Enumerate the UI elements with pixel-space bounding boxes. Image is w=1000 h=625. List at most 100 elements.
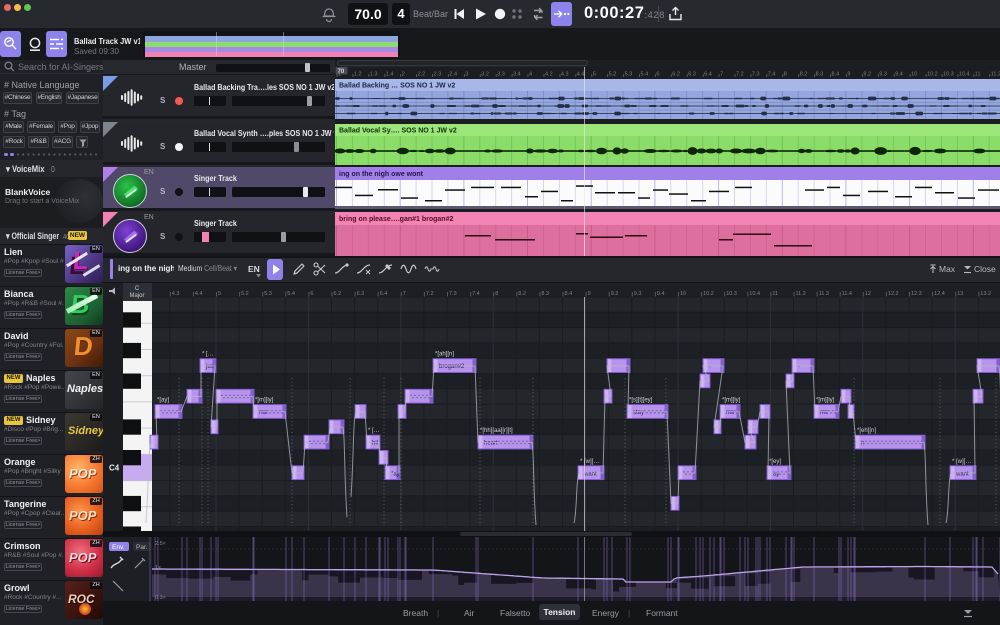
- svg-text:6.3: 6.3: [688, 72, 696, 78]
- svg-text:*[m][iy]: *[m][iy]: [255, 398, 274, 404]
- svg-text:1: 1: [338, 72, 341, 78]
- svg-text:5: 5: [218, 291, 221, 297]
- svg-text:7.4: 7.4: [472, 291, 480, 297]
- svg-text:stay: stay: [633, 410, 644, 416]
- svg-text:8.2: 8.2: [518, 291, 526, 297]
- svg-text:6.4: 6.4: [380, 291, 388, 297]
- svg-text:2.4: 2.4: [449, 72, 457, 78]
- svg-text:4.3: 4.3: [172, 291, 180, 297]
- svg-text:C: C: [135, 286, 140, 292]
- svg-text:12.2: 12.2: [888, 291, 899, 297]
- svg-text:10.3: 10.3: [726, 291, 737, 297]
- svg-text:*[ah][n]: *[ah][n]: [435, 352, 454, 358]
- svg-text:* [w][…: * [w][…: [580, 459, 599, 465]
- svg-text:3.3: 3.3: [497, 72, 505, 78]
- svg-text:11: 11: [975, 72, 981, 78]
- svg-text:6.4: 6.4: [704, 72, 712, 78]
- svg-text:10.4: 10.4: [749, 291, 760, 297]
- svg-text:3: 3: [465, 72, 468, 78]
- svg-text:9.4: 9.4: [657, 291, 665, 297]
- svg-text:2.3: 2.3: [434, 72, 442, 78]
- svg-text:10: 10: [680, 291, 686, 297]
- svg-text:7.2: 7.2: [736, 72, 744, 78]
- svg-text:11.2: 11.2: [796, 291, 806, 297]
- svg-text:8.4: 8.4: [832, 72, 840, 78]
- svg-text:9.4: 9.4: [895, 72, 903, 78]
- svg-text:2: 2: [402, 72, 405, 78]
- svg-text:4.3: 4.3: [561, 72, 569, 78]
- svg-text:4.2: 4.2: [545, 72, 553, 78]
- svg-text:7: 7: [403, 291, 406, 297]
- svg-text:8: 8: [495, 291, 498, 297]
- svg-text:ing on the nigh owe wont: ing on the nigh owe wont: [339, 171, 424, 178]
- svg-text:5.4: 5.4: [641, 72, 649, 78]
- svg-text:7.3: 7.3: [752, 72, 760, 78]
- svg-text:bring on please….gan#1 brogan#: bring on please….gan#1 brogan#2: [339, 216, 453, 223]
- svg-text:10.2: 10.2: [703, 291, 714, 297]
- svg-text:10.3: 10.3: [943, 72, 954, 78]
- svg-text:2.2: 2.2: [418, 72, 426, 78]
- svg-text:*[m][iy]: *[m][iy]: [816, 398, 835, 404]
- svg-text:9: 9: [847, 72, 850, 78]
- svg-text:6: 6: [310, 291, 313, 297]
- svg-text:*[s][t][ey]: *[s][t][ey]: [629, 398, 653, 404]
- svg-text:10: 10: [911, 72, 917, 78]
- svg-text:1.4: 1.4: [386, 72, 394, 78]
- svg-text:Ballad Vocal Sy…. SOS NO 1 JW: Ballad Vocal Sy…. SOS NO 1 JW v2: [339, 128, 457, 135]
- svg-text:9.3: 9.3: [879, 72, 887, 78]
- svg-text:9.3: 9.3: [634, 291, 642, 297]
- svg-text:8.4: 8.4: [565, 291, 573, 297]
- svg-text:8.2: 8.2: [800, 72, 808, 78]
- svg-text:*[hh][aa][r][t]: *[hh][aa][r][t]: [480, 428, 513, 434]
- svg-text:jus: jus: [205, 364, 214, 370]
- svg-text:brogan#2: brogan#2: [439, 364, 465, 370]
- svg-text:* […: * […: [202, 352, 214, 358]
- svg-text:5.4: 5.4: [287, 291, 295, 297]
- svg-text:8: 8: [784, 72, 787, 78]
- svg-text:Env.: Env.: [112, 544, 125, 551]
- svg-text:4.4: 4.4: [577, 72, 585, 78]
- svg-text:9.2: 9.2: [863, 72, 871, 78]
- svg-text:11.4: 11.4: [842, 291, 852, 297]
- svg-text:11: 11: [772, 291, 778, 297]
- svg-text:9: 9: [588, 291, 591, 297]
- svg-text:want: want: [955, 471, 969, 477]
- svg-text:5: 5: [593, 72, 596, 78]
- svg-text:Ballad Backing … SOS NO 1 JW v: Ballad Backing … SOS NO 1 JW v2: [339, 83, 455, 90]
- svg-text:Par.: Par.: [136, 544, 148, 551]
- svg-text:Major: Major: [129, 293, 144, 299]
- svg-text:3.4: 3.4: [513, 72, 521, 78]
- svg-text:* [w][…: * [w][…: [952, 459, 971, 465]
- svg-text:8.3: 8.3: [816, 72, 824, 78]
- svg-text:5.3: 5.3: [264, 291, 272, 297]
- svg-text:1.3: 1.3: [370, 72, 378, 78]
- svg-text:4.4: 4.4: [195, 291, 203, 297]
- svg-text:5.2: 5.2: [241, 291, 249, 297]
- svg-text:13.2: 13.2: [980, 291, 991, 297]
- svg-text:12.4: 12.4: [934, 291, 945, 297]
- svg-text:4: 4: [529, 72, 532, 78]
- svg-text:7.3: 7.3: [449, 291, 457, 297]
- svg-text:9.2: 9.2: [611, 291, 619, 297]
- svg-text:7.2: 7.2: [426, 291, 434, 297]
- svg-text:*[m][iy]: *[m][iy]: [722, 398, 741, 404]
- svg-text:10.4: 10.4: [959, 72, 970, 78]
- svg-text:3.2: 3.2: [481, 72, 489, 78]
- svg-text:*ay: *ay: [391, 471, 400, 477]
- svg-text:5.3: 5.3: [625, 72, 633, 78]
- svg-text:6: 6: [656, 72, 659, 78]
- svg-text:11.3: 11.3: [819, 291, 829, 297]
- svg-text:1.2: 1.2: [354, 72, 362, 78]
- svg-text:10.2: 10.2: [927, 72, 938, 78]
- svg-text:6.2: 6.2: [334, 291, 342, 297]
- svg-text:12.3: 12.3: [911, 291, 922, 297]
- svg-text:6.3: 6.3: [357, 291, 365, 297]
- svg-text:11.2: 11.2: [991, 72, 1000, 78]
- svg-text:* […: * […: [368, 428, 380, 434]
- svg-text:13: 13: [957, 291, 963, 297]
- svg-text:8.3: 8.3: [541, 291, 549, 297]
- svg-text:6.2: 6.2: [672, 72, 680, 78]
- svg-text:hil: hil: [372, 441, 378, 447]
- svg-text:heart: heart: [484, 441, 498, 447]
- svg-text:*[ey]: *[ey]: [769, 459, 781, 465]
